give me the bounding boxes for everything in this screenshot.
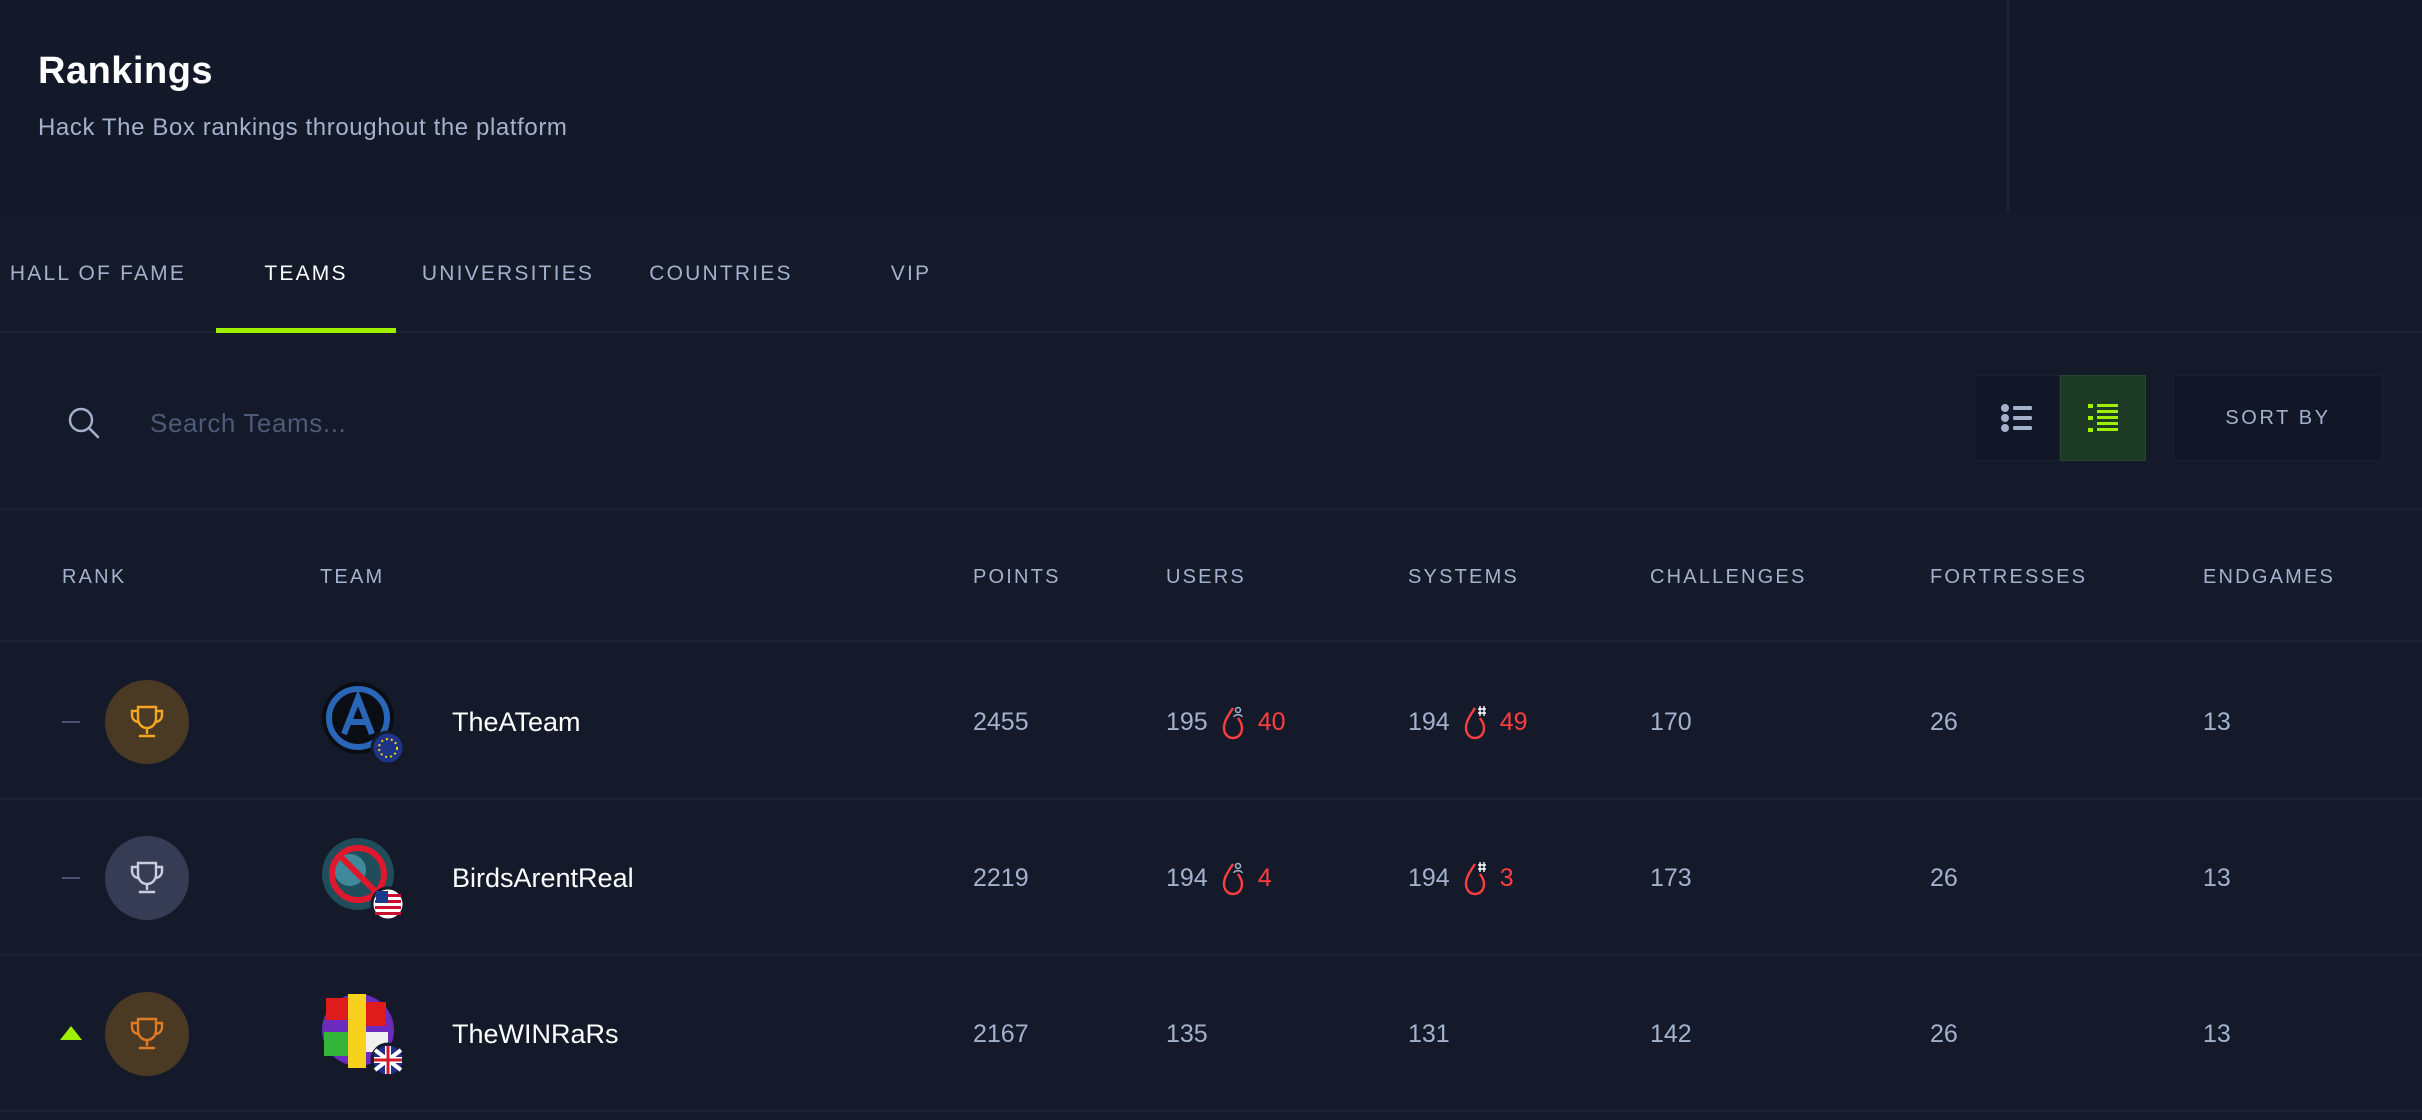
team-name[interactable]: BirdsArentReal [452, 800, 634, 956]
fortresses-value: 26 [1930, 1019, 1958, 1048]
points-value: 2455 [973, 707, 1029, 736]
system-blood-icon [1464, 706, 1486, 740]
column-header-team[interactable]: TEAM [320, 512, 384, 642]
challenges-value: 170 [1650, 707, 1692, 736]
column-header-challenges[interactable]: CHALLENGES [1650, 512, 1807, 642]
user-bloods-count: 40 [1257, 707, 1286, 736]
trophy-icon [130, 1017, 164, 1050]
user-bloods-count: 4 [1257, 863, 1272, 892]
detailed-list-view-icon [2088, 404, 2118, 432]
points-value: 2167 [973, 1019, 1029, 1048]
systems-cell: 194 3 [1408, 800, 1514, 956]
systems-value: 131 [1408, 1019, 1450, 1048]
user-blood-icon [1222, 862, 1243, 896]
endgames-value: 13 [2203, 707, 2231, 736]
trophy-icon [130, 705, 164, 738]
fortresses-value: 26 [1930, 863, 1958, 892]
table-row[interactable]: TheWINRaRs 2167 135 131 142 26 13 [0, 956, 2422, 1112]
search-icon [68, 407, 100, 439]
team-name[interactable]: TheATeam [452, 644, 581, 800]
users-cell: 195 40 [1166, 644, 1286, 800]
endgames-value: 13 [2203, 863, 2231, 892]
column-header-systems[interactable]: SYSTEMS [1408, 512, 1519, 642]
rank-up-arrow-icon [60, 1026, 82, 1040]
system-bloods-count: 3 [1499, 863, 1514, 892]
users-value: 135 [1166, 1019, 1208, 1048]
system-blood-icon [1464, 862, 1486, 896]
ranking-tabs: HALL OF FAME TEAMS UNIVERSITIES COUNTRIE… [0, 215, 2422, 333]
column-header-points[interactable]: POINTS [973, 512, 1061, 642]
table-header: RANK TEAM POINTS USERS SYSTEMS CHALLENGE… [0, 512, 2422, 642]
systems-value: 194 [1408, 707, 1450, 736]
column-header-endgames[interactable]: ENDGAMES [2203, 512, 2335, 642]
column-header-rank[interactable]: RANK [62, 512, 126, 642]
detailed-list-view-button[interactable] [2060, 375, 2146, 461]
tab-hall-of-fame[interactable]: HALL OF FAME [0, 215, 196, 333]
users-value: 195 [1166, 707, 1208, 736]
header-divider [2007, 0, 2009, 212]
trophy-badge [105, 680, 189, 764]
fortresses-value: 26 [1930, 707, 1958, 736]
column-header-users[interactable]: USERS [1166, 512, 1246, 642]
tab-vip[interactable]: VIP [860, 215, 962, 333]
systems-cell: 194 49 [1408, 644, 1528, 800]
table-row[interactable]: BirdsArentReal 2219 194 4 194 3 173 26 1… [0, 800, 2422, 956]
trophy-badge [105, 836, 189, 920]
user-blood-icon [1222, 706, 1243, 740]
search-toolbar: SORT BY [0, 335, 2422, 510]
list-view-icon [2001, 404, 2032, 432]
points-value: 2219 [973, 863, 1029, 892]
team-name[interactable]: TheWINRaRs [452, 956, 619, 1112]
team-avatar[interactable] [320, 992, 404, 1076]
tab-countries[interactable]: COUNTRIES [640, 215, 802, 333]
sort-by-button[interactable]: SORT BY [2173, 375, 2383, 461]
trophy-icon [130, 861, 164, 894]
tab-teams[interactable]: TEAMS [216, 215, 396, 333]
users-value: 194 [1166, 863, 1208, 892]
tab-universities[interactable]: UNIVERSITIES [414, 215, 602, 333]
users-cell: 194 4 [1166, 800, 1272, 956]
page-title: Rankings [38, 50, 214, 92]
rank-unchanged-indicator [62, 877, 80, 879]
systems-value: 194 [1408, 863, 1450, 892]
search-input[interactable] [148, 395, 1148, 451]
team-avatar[interactable] [320, 680, 404, 764]
challenges-value: 173 [1650, 863, 1692, 892]
page-subtitle: Hack The Box rankings throughout the pla… [38, 114, 568, 141]
column-header-fortresses[interactable]: FORTRESSES [1930, 512, 2087, 642]
trophy-badge [105, 992, 189, 1076]
team-avatar[interactable] [320, 836, 404, 920]
endgames-value: 13 [2203, 1019, 2231, 1048]
table-row[interactable]: TheATeam 2455 195 40 194 49 170 26 13 [0, 644, 2422, 800]
rank-unchanged-indicator [62, 721, 80, 723]
page-header: Rankings Hack The Box rankings throughou… [0, 0, 2422, 215]
system-bloods-count: 49 [1499, 707, 1528, 736]
list-view-button[interactable] [1974, 375, 2060, 461]
challenges-value: 142 [1650, 1019, 1692, 1048]
